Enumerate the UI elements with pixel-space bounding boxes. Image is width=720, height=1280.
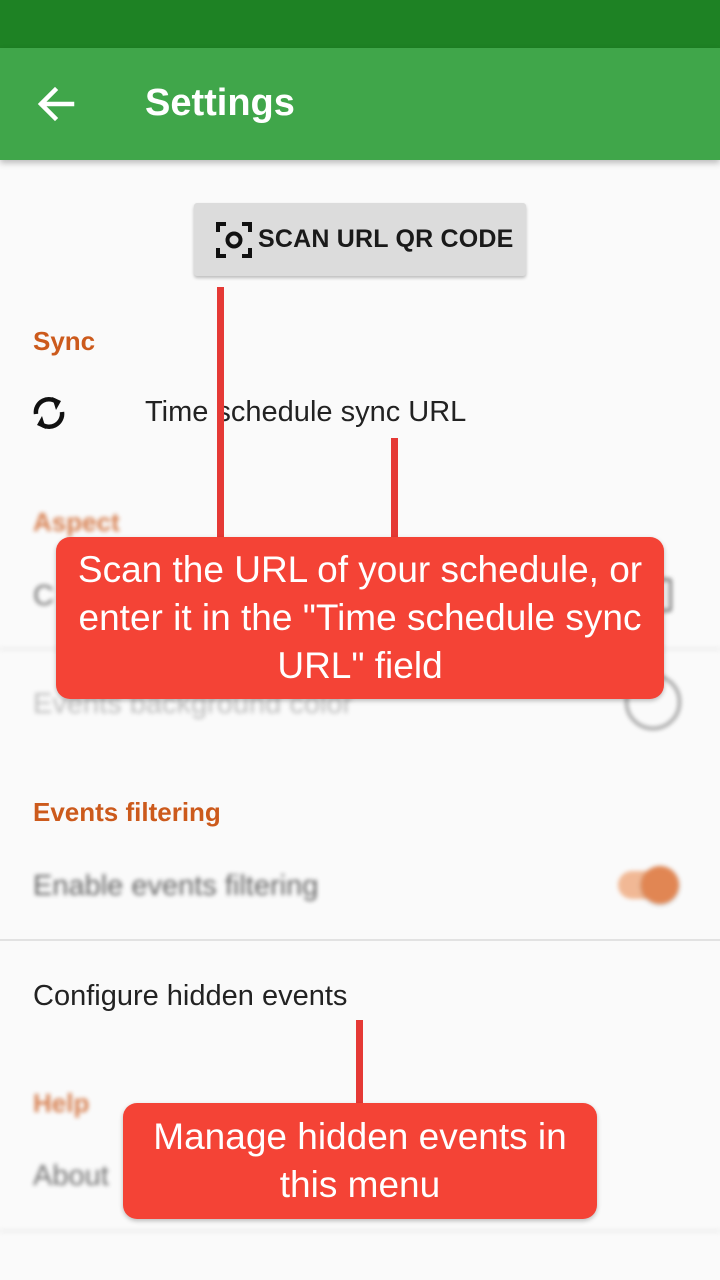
scan-url-qr-code-button[interactable]: SCAN URL QR CODE bbox=[194, 203, 526, 276]
callout-pointer-line bbox=[356, 1020, 363, 1105]
hidden-events-hint-callout: Manage hidden events in this menu bbox=[123, 1103, 597, 1219]
time-schedule-sync-url-item[interactable]: Time schedule sync URL bbox=[145, 396, 466, 429]
divider bbox=[0, 939, 720, 941]
enable-filtering-toggle-thumb[interactable] bbox=[641, 866, 679, 904]
section-header-sync: Sync bbox=[33, 326, 96, 356]
section-header-aspect: Aspect bbox=[33, 507, 120, 537]
aspect-first-item[interactable]: C bbox=[33, 580, 54, 613]
callout-pointer-line bbox=[391, 438, 398, 539]
enable-events-filtering-item[interactable]: Enable events filtering bbox=[33, 870, 318, 903]
url-hint-callout: Scan the URL of your schedule, or enter … bbox=[56, 537, 664, 699]
status-bar bbox=[0, 0, 720, 48]
page-title: Settings bbox=[145, 82, 295, 124]
section-header-help: Help bbox=[33, 1088, 90, 1118]
arrow-left-icon bbox=[37, 86, 75, 122]
configure-hidden-events-item[interactable]: Configure hidden events bbox=[33, 980, 347, 1013]
qr-scan-icon bbox=[216, 221, 252, 258]
back-button[interactable] bbox=[28, 76, 84, 132]
app-bar: Settings bbox=[0, 48, 720, 160]
about-item[interactable]: About bbox=[33, 1160, 109, 1193]
sync-icon bbox=[33, 397, 65, 429]
divider bbox=[0, 1230, 720, 1232]
section-header-events-filtering: Events filtering bbox=[33, 797, 221, 827]
callout-pointer-line bbox=[217, 287, 224, 539]
scan-button-label: SCAN URL QR CODE bbox=[258, 225, 514, 253]
